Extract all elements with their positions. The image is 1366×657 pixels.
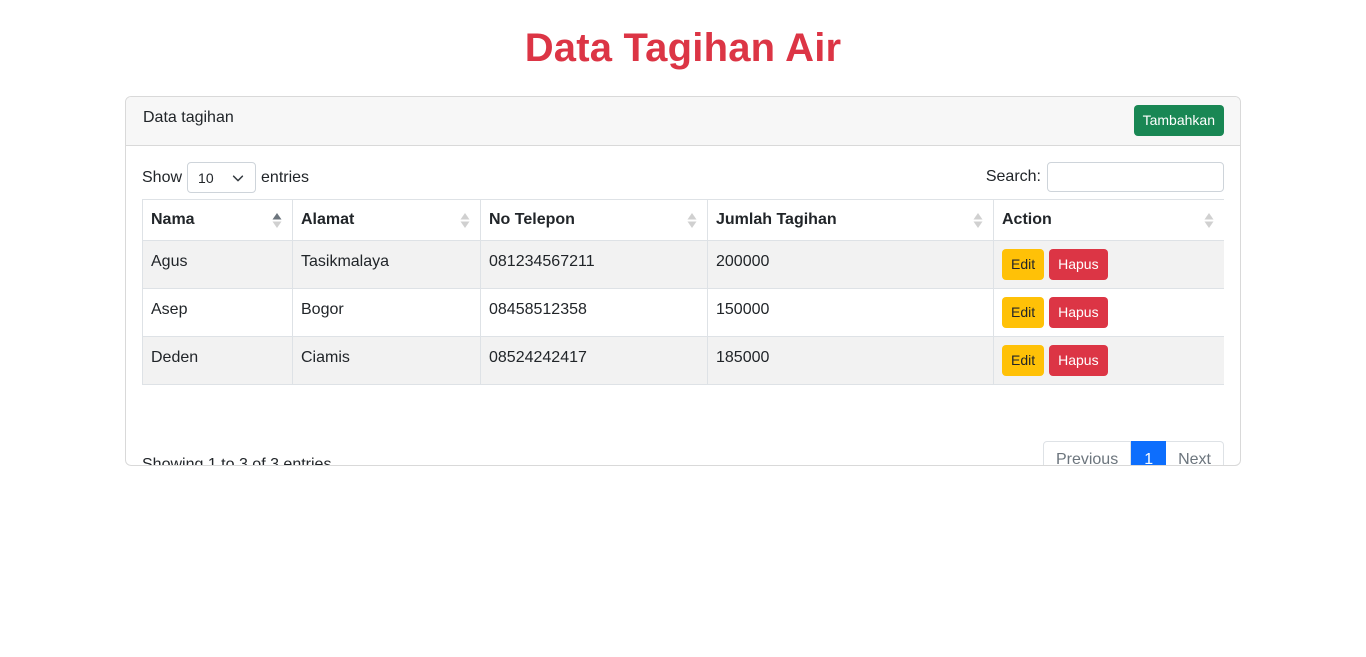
table-row: Deden Ciamis 08524242417 185000 Edit Hapu… (142, 336, 1224, 385)
table-row: Asep Bogor 08458512358 150000 Edit Hapus (142, 288, 1224, 337)
table-wrapper: Nama Alamat No Telepon Jumlah Tagihan Ac… (142, 199, 1224, 385)
column-header-label: Action (1002, 211, 1052, 228)
cell-alamat: Bogor (292, 288, 481, 337)
column-header-jumlah[interactable]: Jumlah Tagihan (707, 199, 994, 241)
card-header-title: Data tagihan (143, 109, 234, 126)
next-page-button[interactable]: Next (1166, 441, 1224, 465)
sort-icon (687, 213, 697, 228)
table-header-row: Nama Alamat No Telepon Jumlah Tagihan Ac… (142, 199, 1224, 241)
sort-icon (1204, 213, 1214, 228)
page-1-button[interactable]: 1 (1131, 441, 1167, 465)
cell-jumlah: 150000 (707, 288, 994, 337)
column-header-label: Jumlah Tagihan (716, 211, 837, 228)
cell-jumlah: 185000 (707, 336, 994, 385)
column-header-label: No Telepon (489, 211, 575, 228)
column-header-telepon[interactable]: No Telepon (480, 199, 708, 241)
delete-button[interactable]: Hapus (1049, 249, 1108, 280)
cell-action: Edit Hapus (993, 288, 1224, 337)
pagination: Previous 1 Next (1042, 441, 1224, 465)
card-header: Data tagihan Tambahkan (126, 97, 1240, 146)
page-title: Data Tagihan Air (524, 26, 842, 70)
edit-button[interactable]: Edit (1002, 297, 1045, 328)
chevron-down-icon (232, 174, 244, 181)
edit-button[interactable]: Edit (1002, 249, 1045, 280)
column-header-label: Nama (151, 211, 195, 228)
sort-ascending-icon (272, 213, 282, 228)
table-row: Agus Tasikmalaya 081234567211 200000 Edi… (142, 240, 1224, 289)
delete-button[interactable]: Hapus (1049, 345, 1108, 376)
cell-jumlah: 200000 (707, 240, 994, 289)
card-body: Show 10 entries Search: Nama Alamat No T… (126, 146, 1240, 465)
entries-length-control: Show 10 entries (142, 162, 309, 193)
cell-action: Edit Hapus (993, 240, 1224, 289)
column-header-nama[interactable]: Nama (142, 199, 293, 241)
cell-nama: Deden (142, 336, 293, 385)
cell-action: Edit Hapus (993, 336, 1224, 385)
cell-telepon: 081234567211 (480, 240, 708, 289)
entries-select-value: 10 (198, 169, 214, 186)
table-info: Showing 1 to 3 of 3 entries (142, 456, 332, 466)
column-header-alamat[interactable]: Alamat (292, 199, 481, 241)
add-button[interactable]: Tambahkan (1133, 105, 1224, 136)
cell-nama: Asep (142, 288, 293, 337)
delete-button[interactable]: Hapus (1049, 297, 1108, 328)
cell-alamat: Ciamis (292, 336, 481, 385)
sort-icon (973, 213, 983, 228)
column-header-action[interactable]: Action (993, 199, 1224, 241)
entries-label: entries (261, 168, 310, 186)
cell-alamat: Tasikmalaya (292, 240, 481, 289)
cell-nama: Agus (142, 240, 293, 289)
column-header-label: Alamat (301, 211, 355, 228)
entries-select[interactable]: 10 (187, 162, 257, 193)
show-label: Show (142, 168, 183, 186)
search-input[interactable] (1047, 162, 1224, 192)
previous-page-button[interactable]: Previous (1042, 441, 1132, 465)
cell-telepon: 08524242417 (480, 336, 708, 385)
edit-button[interactable]: Edit (1002, 345, 1045, 376)
billing-card: Data tagihan Tambahkan Show 10 entries S… (125, 96, 1241, 466)
search-label: Search: (985, 168, 1041, 185)
cell-telepon: 08458512358 (480, 288, 708, 337)
sort-icon (460, 213, 470, 228)
search-control: Search: (986, 162, 1224, 192)
billing-table: Nama Alamat No Telepon Jumlah Tagihan Ac… (142, 199, 1224, 385)
